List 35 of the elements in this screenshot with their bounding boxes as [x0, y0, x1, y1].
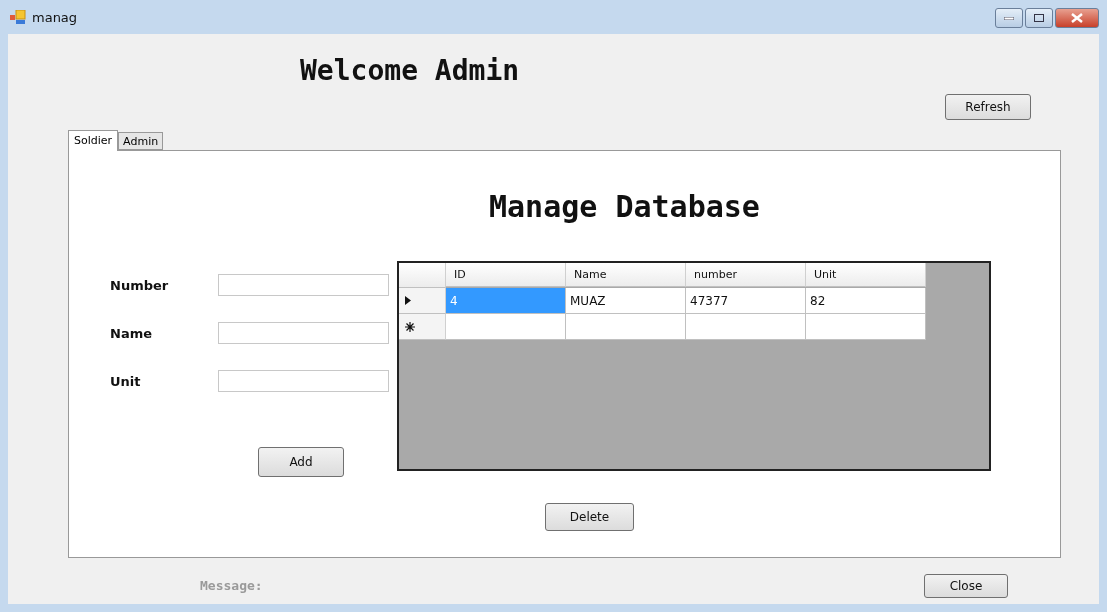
field-label: Name: [110, 325, 153, 341]
app-icon: [10, 10, 26, 24]
maximize-icon: [1034, 14, 1044, 22]
column-header[interactable]: ID: [446, 263, 566, 287]
table-cell[interactable]: [806, 314, 926, 340]
column-header[interactable]: Unit: [806, 263, 926, 287]
table-cell[interactable]: 47377: [686, 288, 806, 314]
input-field[interactable]: [218, 322, 389, 344]
current-row-icon: [405, 296, 411, 305]
table-cell[interactable]: [686, 314, 806, 340]
window-title: manag: [32, 9, 78, 25]
close-button[interactable]: Close: [924, 574, 1008, 598]
table-cell[interactable]: MUAZ: [566, 288, 686, 314]
table-cell[interactable]: [446, 314, 566, 340]
tab[interactable]: Soldier: [68, 130, 119, 151]
message-label: Message:: [200, 577, 263, 593]
maximize-button[interactable]: [1025, 8, 1053, 28]
table-cell[interactable]: 82: [806, 288, 926, 314]
panel-title: Manage Database: [489, 189, 761, 226]
welcome-heading: Welcome Admin: [300, 54, 521, 89]
table-cell[interactable]: [566, 314, 686, 340]
close-window-button[interactable]: [1055, 8, 1099, 28]
delete-button[interactable]: Delete: [545, 503, 634, 531]
close-icon: [1071, 13, 1083, 23]
field-label: Number: [110, 277, 170, 293]
tab[interactable]: Admin: [118, 132, 164, 150]
column-header[interactable]: Name: [566, 263, 686, 287]
new-row-icon: [405, 321, 415, 332]
field-label: Unit: [110, 373, 142, 389]
minimize-icon: [1004, 16, 1014, 20]
column-header[interactable]: number: [686, 263, 806, 287]
input-field[interactable]: [218, 274, 389, 296]
add-button[interactable]: Add: [258, 447, 344, 477]
input-field[interactable]: [218, 370, 389, 392]
refresh-button[interactable]: Refresh: [945, 94, 1031, 120]
